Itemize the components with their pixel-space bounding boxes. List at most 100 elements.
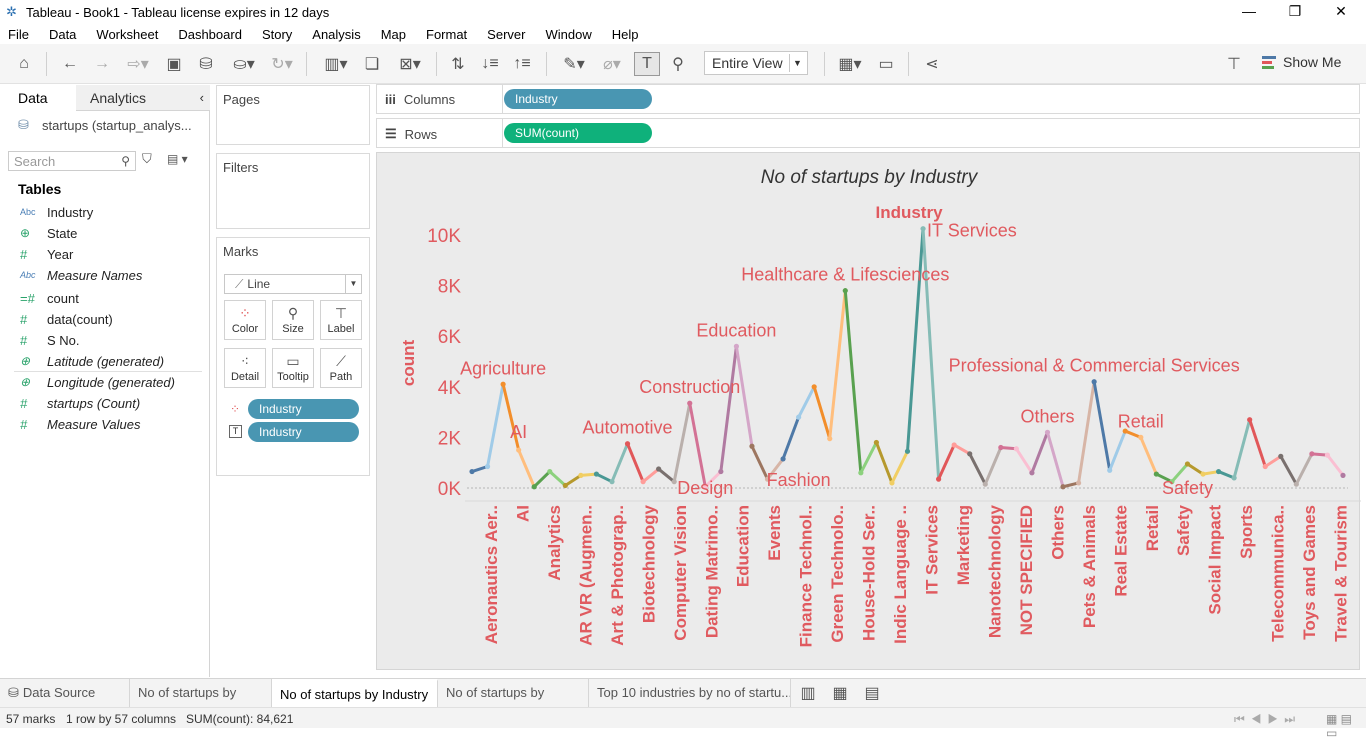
data-point bbox=[640, 479, 646, 485]
save-icon[interactable]: ▣ bbox=[162, 52, 186, 76]
share-icon[interactable]: ⋖ bbox=[920, 52, 944, 76]
field-latitude[interactable]: ⊕ Latitude (generated) bbox=[20, 351, 164, 371]
menu-file[interactable]: File bbox=[8, 27, 29, 42]
tab-sheet-industry[interactable]: No of startups by Industry bbox=[272, 679, 438, 707]
tab-data[interactable]: Data bbox=[0, 85, 76, 111]
x-tick-label: Computer Vision bbox=[671, 505, 690, 641]
detail-button[interactable]: ⁖ Detail bbox=[224, 348, 266, 388]
field-count[interactable]: =# count bbox=[20, 288, 79, 308]
pages-card[interactable]: Pages bbox=[216, 85, 370, 145]
new-worksheet-icon[interactable]: ▥ bbox=[796, 681, 820, 705]
line-segment bbox=[859, 440, 878, 475]
mark-type-value: Line bbox=[247, 277, 271, 291]
field-industry[interactable]: Abc Industry bbox=[20, 202, 93, 222]
minimize-button[interactable]: — bbox=[1226, 0, 1272, 24]
show-me-button[interactable]: Show Me bbox=[1262, 54, 1341, 70]
sheet-view-icon[interactable]: ▦ ▤ ▭ bbox=[1326, 712, 1366, 740]
toolbar: ⌂ ← → ⇨▾ ▣ ⛁ ⛀▾ ↻▾ ▥▾ ❏ ⊠▾ ⇅ ↓≡ ↑≡ ✎▾ ⌀▾… bbox=[0, 44, 1366, 84]
marks-label-pill[interactable]: Industry bbox=[248, 422, 359, 442]
data-point bbox=[609, 479, 615, 485]
field-measure-names[interactable]: Abc Measure Names bbox=[20, 265, 142, 285]
mark-type-select[interactable]: ⟋ Line ▼ bbox=[224, 274, 362, 294]
marks-color-pill[interactable]: Industry bbox=[248, 399, 359, 419]
home-icon[interactable]: ⌂ bbox=[12, 52, 36, 76]
fit-select[interactable]: Entire View ▼ bbox=[704, 51, 808, 75]
field-year[interactable]: # Year bbox=[20, 244, 73, 264]
pause-updates-icon[interactable]: ⛀▾ bbox=[226, 52, 262, 76]
menu-help[interactable]: Help bbox=[612, 27, 639, 42]
line-segment bbox=[1045, 430, 1065, 489]
filter-icon[interactable]: ⛉ bbox=[142, 151, 152, 167]
label-button[interactable]: ⊤ Label bbox=[320, 300, 362, 340]
field-data-count[interactable]: # data(count) bbox=[20, 309, 113, 329]
replay-icon[interactable]: ⇨▾ bbox=[120, 52, 156, 76]
line-segment bbox=[968, 452, 987, 486]
menu-analysis[interactable]: Analysis bbox=[312, 27, 360, 42]
menu-server[interactable]: Server bbox=[487, 27, 525, 42]
tab-sheet-year[interactable]: No of startups by year bbox=[130, 679, 272, 728]
show-cards-icon[interactable]: ▦▾ bbox=[832, 52, 868, 76]
redo-icon[interactable]: → bbox=[90, 52, 114, 76]
field-s-no[interactable]: # S No. bbox=[20, 330, 80, 350]
search-input[interactable]: Search ⚲ bbox=[8, 151, 136, 171]
close-button[interactable]: ✕ bbox=[1318, 0, 1364, 24]
sheet-navigation-icon[interactable]: ⏮◀▶⏭ bbox=[1234, 712, 1301, 727]
menu-story[interactable]: Story bbox=[262, 27, 292, 42]
collapse-pane-icon[interactable]: ‹ bbox=[200, 85, 204, 111]
x-tick-label: Safety bbox=[1174, 504, 1193, 556]
field-state[interactable]: ⊕ State bbox=[20, 223, 77, 243]
datasource-item[interactable]: ⛁ startups (startup_analys... bbox=[18, 117, 192, 133]
refresh-icon[interactable]: ↻▾ bbox=[264, 52, 300, 76]
clear-sheet-icon[interactable]: ⊠▾ bbox=[392, 52, 428, 76]
menu-data[interactable]: Data bbox=[49, 27, 76, 42]
view-options-icon[interactable]: ▤ ▾ bbox=[167, 152, 188, 166]
group-icon[interactable]: ⌀▾ bbox=[594, 52, 630, 76]
menu-window[interactable]: Window bbox=[545, 27, 591, 42]
field-measure-values[interactable]: # Measure Values bbox=[20, 414, 140, 434]
menu-worksheet[interactable]: Worksheet bbox=[96, 27, 158, 42]
line-segment bbox=[486, 382, 505, 468]
pin-icon[interactable]: ⚲ bbox=[666, 52, 690, 76]
menu-dashboard[interactable]: Dashboard bbox=[178, 27, 242, 42]
field-startups-count[interactable]: # startups (Count) bbox=[20, 393, 140, 413]
highlight-icon[interactable]: ✎▾ bbox=[556, 52, 592, 76]
size-button[interactable]: ⚲ Size bbox=[272, 300, 314, 340]
sort-ascending-icon[interactable]: ↓≡ bbox=[478, 52, 502, 76]
path-button[interactable]: ⟋ Path bbox=[320, 348, 362, 388]
show-labels-icon[interactable]: T bbox=[634, 52, 660, 76]
sort-descending-icon[interactable]: ↑≡ bbox=[510, 52, 534, 76]
menu-map[interactable]: Map bbox=[381, 27, 406, 42]
columns-pill[interactable]: Industry bbox=[504, 89, 652, 109]
data-point bbox=[858, 470, 864, 476]
duplicate-icon[interactable]: ❏ bbox=[360, 52, 384, 76]
menu-format[interactable]: Format bbox=[426, 27, 467, 42]
presentation-icon[interactable]: ▭ bbox=[874, 52, 898, 76]
format-painter-icon[interactable]: ⊤ bbox=[1222, 52, 1246, 76]
data-point bbox=[1091, 379, 1097, 385]
line-segment bbox=[1263, 454, 1283, 468]
tab-sheet-states[interactable]: No of startups by states bbox=[438, 679, 589, 728]
filters-card[interactable]: Filters bbox=[216, 153, 370, 229]
tab-analytics[interactable]: Analytics ‹ bbox=[76, 85, 210, 111]
new-dashboard-icon[interactable]: ▦ bbox=[828, 681, 852, 705]
field-longitude[interactable]: ⊕ Longitude (generated) bbox=[20, 372, 175, 392]
tab-sheet-top10[interactable]: Top 10 industries by no of startu... bbox=[589, 679, 791, 707]
swap-icon[interactable]: ⇅ bbox=[446, 52, 470, 76]
color-button[interactable]: ⁘ Color bbox=[224, 300, 266, 340]
tooltip-button[interactable]: ▭ Tooltip bbox=[272, 348, 314, 388]
new-worksheet-icon[interactable]: ▥▾ bbox=[318, 52, 354, 76]
data-label: AI bbox=[510, 422, 527, 442]
restore-button[interactable]: ❐ bbox=[1272, 0, 1318, 24]
rows-pill[interactable]: SUM(count) bbox=[504, 123, 652, 143]
undo-icon[interactable]: ← bbox=[58, 52, 82, 76]
data-point bbox=[842, 288, 848, 294]
line-segment bbox=[641, 467, 661, 484]
tab-data-source[interactable]: ⛁ Data Source bbox=[0, 679, 130, 707]
x-tick-label: Social Impact bbox=[1206, 505, 1225, 615]
geo-type-icon: ⊕ bbox=[20, 375, 31, 389]
size-label: Size bbox=[282, 323, 304, 335]
new-story-icon[interactable]: ▤ bbox=[860, 681, 884, 705]
x-tick-label: Dating Matrimo.. bbox=[702, 505, 721, 638]
new-data-source-icon[interactable]: ⛁ bbox=[194, 52, 218, 76]
data-point bbox=[516, 447, 522, 453]
